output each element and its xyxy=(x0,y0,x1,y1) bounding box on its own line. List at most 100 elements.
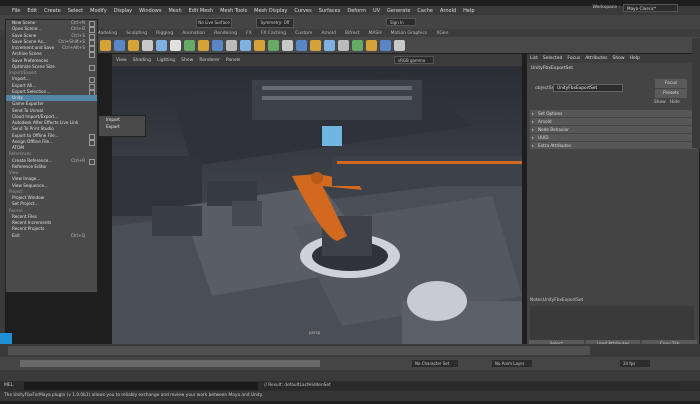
side-panel-tabs[interactable] xyxy=(692,38,700,148)
shelf-tool-icon[interactable] xyxy=(394,39,405,51)
menu-edit-mesh[interactable]: Edit Mesh xyxy=(189,8,213,14)
presets-button[interactable]: Presets xyxy=(655,89,687,98)
unity-export-item[interactable]: Export xyxy=(99,123,145,130)
viewport-menu-lighting[interactable]: Lighting xyxy=(157,58,175,63)
menu-curves[interactable]: Curves xyxy=(294,8,311,14)
menu-modify[interactable]: Modify xyxy=(90,8,107,14)
shelf-tab-fx-caching[interactable]: FX Caching xyxy=(261,31,286,36)
shelf-tool-icon[interactable] xyxy=(352,39,363,51)
node-tab[interactable]: UnityFbxExportSet xyxy=(531,66,573,71)
file-menu-item-set-project[interactable]: Set Project... xyxy=(6,201,97,207)
menu-mesh-tools[interactable]: Mesh Tools xyxy=(220,8,247,14)
shelf-tab-bifrost[interactable]: Bifrost xyxy=(345,31,360,36)
menu-arnold[interactable]: Arnold xyxy=(440,8,456,14)
shelf-tab-custom[interactable]: Custom xyxy=(295,31,312,36)
shelf-tab-arnold[interactable]: Arnold xyxy=(321,31,336,36)
show-label[interactable]: Show xyxy=(654,100,666,105)
section-uuid[interactable]: UUID xyxy=(530,134,696,141)
shelf-tool-icon[interactable] xyxy=(226,39,237,51)
menu-windows[interactable]: Windows xyxy=(139,8,161,14)
menu-edit[interactable]: Edit xyxy=(27,8,37,14)
menu-deform[interactable]: Deform xyxy=(347,8,366,14)
object-set-field[interactable]: UnityFbxExportSet xyxy=(553,84,623,92)
range-bar[interactable] xyxy=(20,360,320,367)
menu-help[interactable]: Help xyxy=(463,8,474,14)
attr-menu-list[interactable]: List xyxy=(530,56,538,61)
shelf-tool-icon[interactable] xyxy=(268,39,279,51)
attr-menu-focus[interactable]: Focus xyxy=(567,56,580,61)
timeline-track[interactable] xyxy=(8,346,590,355)
shelf-tool-icon[interactable] xyxy=(310,39,321,51)
shelf-tool-icon[interactable] xyxy=(366,39,377,51)
menu-uv[interactable]: UV xyxy=(373,8,380,14)
shelf-tool-icon[interactable] xyxy=(212,39,223,51)
shelf-tab-sculpting[interactable]: Sculpting xyxy=(126,31,147,36)
symmetry-dropdown[interactable]: Symmetry: Off xyxy=(256,18,294,28)
hide-label[interactable]: Hide xyxy=(670,100,680,105)
shelf-tool-icon[interactable] xyxy=(170,39,181,51)
attr-menu-selected[interactable]: Selected xyxy=(543,56,563,61)
shelf-tab-motion-graphics[interactable]: Motion Graphics xyxy=(391,31,428,36)
section-arnold[interactable]: Arnold xyxy=(530,118,696,125)
option-box-icon[interactable] xyxy=(89,64,95,71)
file-menu-item-reference-editor[interactable]: Reference Editor xyxy=(6,164,97,170)
viewport-menu-renderer[interactable]: Renderer xyxy=(199,58,220,63)
viewport-menu-panels[interactable]: Panels xyxy=(226,58,240,63)
attr-menu-show[interactable]: Show xyxy=(612,56,624,61)
shelf-tool-icon[interactable] xyxy=(324,39,335,51)
menu-surfaces[interactable]: Surfaces xyxy=(319,8,341,14)
shelf-tool-icon[interactable] xyxy=(198,39,209,51)
viewport-3d[interactable]: persp xyxy=(112,66,522,344)
shelf-tab-rendering[interactable]: Rendering xyxy=(214,31,237,36)
shelf-tab-rigging[interactable]: Rigging xyxy=(156,31,173,36)
menu-select[interactable]: Select xyxy=(68,8,83,14)
menu-mesh[interactable]: Mesh xyxy=(168,8,181,14)
color-space-dropdown[interactable]: sRGB gamma xyxy=(394,56,434,64)
menu-cache[interactable]: Cache xyxy=(417,8,433,14)
mel-label[interactable]: MEL xyxy=(4,383,13,388)
file-menu-item-atom[interactable]: ATOM xyxy=(6,145,97,151)
section-node-behavior[interactable]: Node Behavior xyxy=(530,126,696,133)
viewport-menu-shading[interactable]: Shading xyxy=(133,58,151,63)
shelf-tool-icon[interactable] xyxy=(128,39,139,51)
unity-import-item[interactable]: Import xyxy=(99,116,145,123)
anim-layer-dropdown[interactable]: No Anim Layer xyxy=(492,360,532,367)
viewport-menu-view[interactable]: View xyxy=(116,58,127,63)
menu-mesh-display[interactable]: Mesh Display xyxy=(254,8,287,14)
file-menu-item-exit[interactable]: Exit Ctrl+Q xyxy=(6,233,97,239)
notes-field[interactable] xyxy=(530,306,694,340)
focus-button[interactable]: Focus xyxy=(655,79,687,88)
menu-file[interactable]: File xyxy=(12,8,20,14)
shelf-tab-fx[interactable]: FX xyxy=(246,31,252,36)
shelf-tool-icon[interactable] xyxy=(338,39,349,51)
shelf-tool-icon[interactable] xyxy=(254,39,265,51)
attr-menu-help[interactable]: Help xyxy=(630,56,640,61)
fps-dropdown[interactable]: 24 fps xyxy=(620,360,650,367)
shelf-tool-icon[interactable] xyxy=(282,39,293,51)
time-slider[interactable] xyxy=(0,344,700,357)
shelf-tool-icon[interactable] xyxy=(380,39,391,51)
section-set-options[interactable]: Set Options xyxy=(530,110,696,117)
character-set-dropdown[interactable]: No Character Set xyxy=(412,360,458,367)
sign-in-button[interactable]: Sign In xyxy=(386,18,416,26)
live-surface-field[interactable]: No Live Surface xyxy=(196,18,232,28)
shelf-tool-icon[interactable] xyxy=(156,39,167,51)
shelf-tool-icon[interactable] xyxy=(240,39,251,51)
shelf-tool-icon[interactable] xyxy=(142,39,153,51)
shelf-tab-mash[interactable]: MASH xyxy=(368,31,381,36)
attr-menu-attributes[interactable]: Attributes xyxy=(585,56,607,61)
shelf-tool-icon[interactable] xyxy=(114,39,125,51)
workspace-dropdown[interactable]: Maya Classic* xyxy=(623,4,678,12)
file-menu-item-optimize-scene-size[interactable]: Optimize Scene Size xyxy=(6,64,97,71)
shelf-tool-icon[interactable] xyxy=(100,39,111,51)
menu-display[interactable]: Display xyxy=(114,8,132,14)
viewport-menu-show[interactable]: Show xyxy=(181,58,193,63)
command-input[interactable] xyxy=(24,382,258,390)
shelf-tool-icon[interactable] xyxy=(184,39,195,51)
section-extra-attributes[interactable]: Extra Attributes xyxy=(530,142,696,149)
menu-create[interactable]: Create xyxy=(44,8,61,14)
shelf-tab-animation[interactable]: Animation xyxy=(182,31,205,36)
menu-generate[interactable]: Generate xyxy=(387,8,410,14)
shelf-tab-xgen[interactable]: XGen xyxy=(436,31,448,36)
shelf-tool-icon[interactable] xyxy=(296,39,307,51)
